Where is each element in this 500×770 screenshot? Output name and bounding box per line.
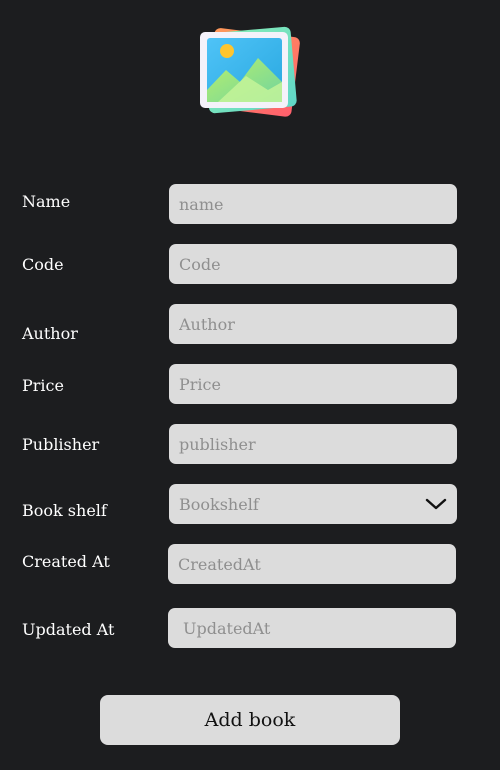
updated-at-input[interactable] bbox=[168, 608, 456, 648]
code-input[interactable] bbox=[169, 244, 457, 284]
updated-at-label: Updated At bbox=[22, 620, 115, 639]
bookshelf-select[interactable]: Bookshelf bbox=[169, 484, 457, 524]
name-input[interactable] bbox=[169, 184, 457, 224]
bookshelf-label: Book shelf bbox=[22, 501, 107, 520]
image-gallery-icon bbox=[196, 24, 304, 120]
created-at-input[interactable] bbox=[168, 544, 456, 584]
created-at-label: Created At bbox=[22, 552, 110, 571]
publisher-label: Publisher bbox=[22, 435, 100, 454]
chevron-down-icon[interactable] bbox=[425, 497, 447, 511]
add-book-page: Name Code Author Price Publisher Book sh… bbox=[0, 0, 500, 770]
author-input[interactable] bbox=[169, 304, 457, 344]
bookshelf-select-value: Bookshelf bbox=[179, 494, 259, 514]
price-input[interactable] bbox=[169, 364, 457, 404]
author-label: Author bbox=[22, 324, 78, 343]
code-label: Code bbox=[22, 255, 64, 274]
add-book-button[interactable]: Add book bbox=[100, 695, 400, 745]
publisher-input[interactable] bbox=[169, 424, 457, 464]
price-label: Price bbox=[22, 376, 64, 395]
name-label: Name bbox=[22, 192, 71, 211]
